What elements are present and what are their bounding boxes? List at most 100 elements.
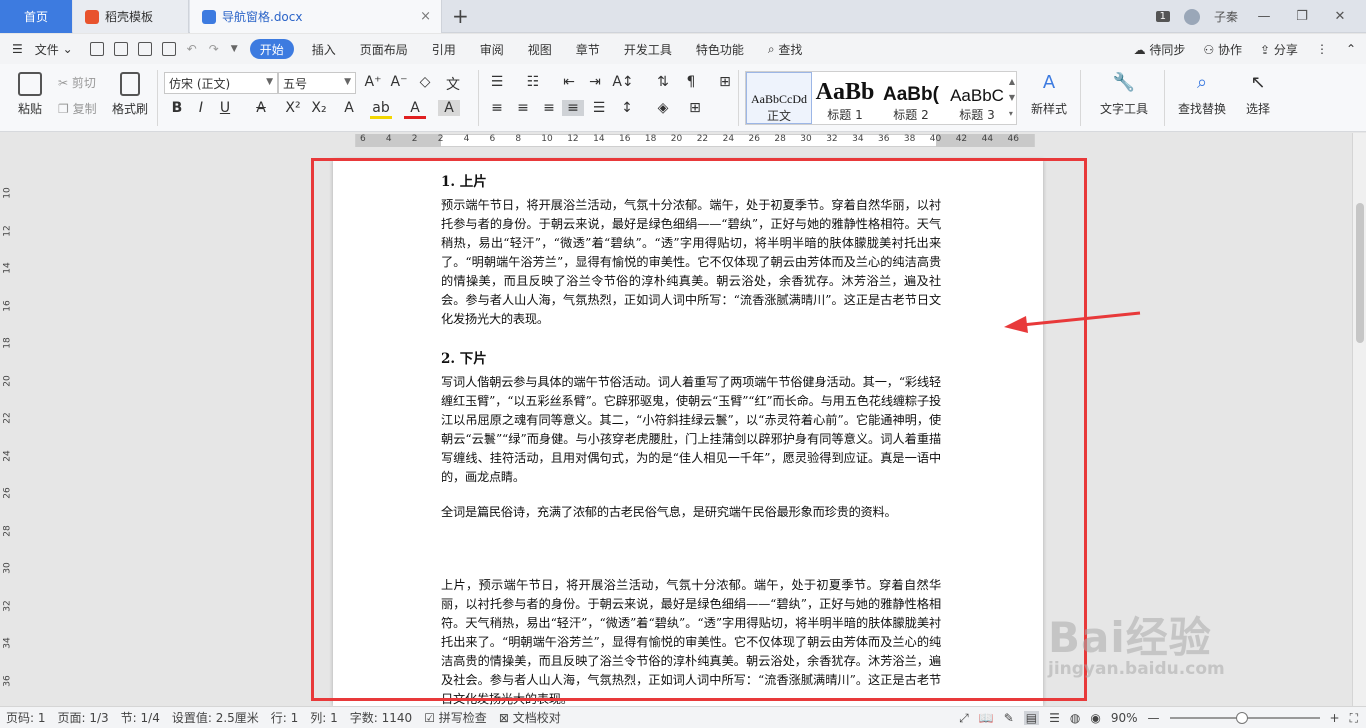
show-marks-icon[interactable]: ¶ <box>680 74 702 90</box>
status-page-number[interactable]: 页码: 1 <box>0 709 52 726</box>
strikethrough-icon[interactable]: A <box>250 100 272 116</box>
sync-button[interactable]: ☁ 待同步 <box>1134 41 1186 58</box>
tab-start[interactable]: 开始 <box>249 39 294 59</box>
tab-developer[interactable]: 开发工具 <box>612 34 684 64</box>
scrollbar-thumb[interactable] <box>1356 203 1364 343</box>
eye-protect-icon[interactable]: ◉ <box>1090 711 1100 725</box>
horizontal-ruler[interactable]: 6 4 2 2 4 6 8 10 12 14 16 18 20 22 24 26 28 30 32 34 36 38 40 4… <box>0 133 1366 149</box>
paste-button[interactable]: 粘贴 <box>10 72 50 117</box>
tab-page-layout[interactable]: 页面布局 <box>348 34 420 64</box>
preview-icon[interactable] <box>161 42 176 56</box>
outline-view-icon[interactable]: ☰ <box>1049 711 1060 725</box>
edit-mode-icon[interactable]: ✎ <box>1004 711 1014 725</box>
more-icon[interactable]: ⋮ <box>1316 42 1328 56</box>
find-replace-button[interactable]: ⌕ 查找替换 <box>1172 72 1232 117</box>
restore-icon[interactable]: ❐ <box>1290 9 1314 24</box>
zoom-out-icon[interactable]: — <box>1148 711 1160 725</box>
undo-icon[interactable]: ↶ <box>187 42 197 56</box>
tab-insert[interactable]: 插入 <box>300 34 348 64</box>
text-direction-icon[interactable]: A↕ <box>612 74 634 90</box>
bullet-list-icon[interactable]: ☰ <box>486 74 508 90</box>
vertical-ruler[interactable]: 10 12 14 16 18 20 22 24 26 28 30 32 34 36 <box>0 150 16 706</box>
fit-window-icon[interactable]: ⛶ <box>1350 711 1358 726</box>
share-button[interactable]: ⇪ 分享 <box>1260 41 1298 58</box>
phonetic-icon[interactable]: 文 <box>442 74 464 94</box>
underline-icon[interactable]: U <box>214 100 236 116</box>
status-section[interactable]: 节: 1/4 <box>115 709 166 726</box>
distributed-icon[interactable]: ☰ <box>588 100 610 116</box>
status-setting[interactable]: 设置值: 2.5厘米 <box>166 709 265 726</box>
gallery-scroll-icon[interactable]: ▲ ▼ ▾ <box>1009 74 1015 122</box>
align-right-icon[interactable]: ≡ <box>538 100 560 116</box>
justify-icon[interactable]: ≡ <box>562 100 584 116</box>
tab-home[interactable]: 首页 <box>0 0 72 33</box>
borders-icon[interactable]: ⊞ <box>684 100 706 116</box>
subscript-icon[interactable]: X₂ <box>308 100 330 116</box>
spell-check-button[interactable]: ☑ 拼写检查 <box>418 709 493 726</box>
style-heading-3[interactable]: AaBbC 标题 3 <box>944 72 1010 124</box>
output-icon[interactable] <box>113 42 128 56</box>
hamburger-icon[interactable]: ☰ <box>0 34 35 64</box>
new-tab-button[interactable]: + <box>452 4 469 28</box>
font-color-icon[interactable]: A <box>404 100 426 119</box>
tab-references[interactable]: 引用 <box>420 34 468 64</box>
shading-icon[interactable]: ◈ <box>652 100 674 116</box>
text-effect-icon[interactable]: A <box>338 100 360 116</box>
quick-access-dropdown-icon[interactable]: ▼ <box>231 44 238 54</box>
numbered-list-icon[interactable]: ☷ <box>522 74 544 90</box>
save-icon[interactable] <box>89 42 104 56</box>
format-painter-button[interactable]: 格式刷 <box>110 72 150 117</box>
font-size-select[interactable]: 五号 ▼ <box>278 72 356 94</box>
status-col[interactable]: 列: 1 <box>304 709 344 726</box>
tab-view[interactable]: 视图 <box>516 34 564 64</box>
document-body[interactable]: 1. 上片 预示端午节日，将开展浴兰活动，气氛十分浓郁。端午，处于初夏季节。穿着… <box>441 168 941 706</box>
paragraph[interactable]: 上片，预示端午节日，将开展浴兰活动，气氛十分浓郁。端午，处于初夏季节。穿着自然华… <box>441 576 941 706</box>
print-icon[interactable] <box>137 42 152 56</box>
clear-format-icon[interactable]: ◇ <box>414 74 436 90</box>
window-count-badge[interactable]: 1 <box>1155 11 1170 22</box>
style-heading-2[interactable]: AaBb( 标题 2 <box>878 72 944 124</box>
paragraph[interactable]: 全词是篇民俗诗，充满了浓郁的古老民俗气息，是研究端午民俗最形象而珍贵的资料。 <box>441 503 941 522</box>
paragraph[interactable]: 预示端午节日，将开展浴兰活动，气氛十分浓郁。端午，处于初夏季节。穿着自然华丽，以… <box>441 196 941 329</box>
status-page[interactable]: 页面: 1/3 <box>52 709 115 726</box>
zoom-slider-handle[interactable] <box>1235 712 1248 724</box>
status-word-count[interactable]: 字数: 1140 <box>344 709 418 726</box>
tab-review[interactable]: 审阅 <box>468 34 516 64</box>
italic-icon[interactable]: I <box>190 100 212 116</box>
document-page[interactable]: 1. 上片 预示端午节日，将开展浴兰活动，气氛十分浓郁。端午，处于初夏季节。穿着… <box>333 160 1043 706</box>
table-style-icon[interactable]: ⊞ <box>714 74 736 90</box>
tab-close-icon[interactable]: × <box>420 9 431 24</box>
line-spacing-icon[interactable]: ↕ <box>616 100 638 116</box>
collapse-ribbon-icon[interactable]: ⌃ <box>1346 42 1356 56</box>
heading-2[interactable]: 2. 下片 <box>441 347 941 367</box>
fullscreen-icon[interactable]: ⤢ <box>959 711 969 726</box>
bold-icon[interactable]: B <box>166 100 188 116</box>
tab-section[interactable]: 章节 <box>564 34 612 64</box>
new-style-button[interactable]: A 新样式 <box>1024 72 1074 117</box>
tab-document[interactable]: 导航窗格.docx × <box>190 0 442 33</box>
heading-1[interactable]: 1. 上片 <box>441 170 941 190</box>
grow-font-icon[interactable]: A⁺ <box>362 74 384 90</box>
style-normal[interactable]: AaBbCcDd 正文 <box>746 72 812 124</box>
style-heading-1[interactable]: AaBb 标题 1 <box>812 72 878 124</box>
file-menu[interactable]: 文件 ⌄ <box>35 34 85 64</box>
web-view-icon[interactable]: ◍ <box>1070 711 1080 725</box>
decrease-indent-icon[interactable]: ⇤ <box>558 74 580 90</box>
sort-icon[interactable]: ⇅ <box>652 74 674 90</box>
zoom-level[interactable]: 90% <box>1111 711 1138 725</box>
search-command[interactable]: ⌕ 查找 <box>756 34 815 64</box>
redo-icon[interactable]: ↷ <box>209 42 219 56</box>
close-window-icon[interactable]: ✕ <box>1328 9 1352 24</box>
vertical-scrollbar[interactable] <box>1352 133 1366 706</box>
tab-template[interactable]: 稻壳模板 <box>73 0 189 33</box>
avatar[interactable] <box>1183 8 1200 25</box>
shrink-font-icon[interactable]: A⁻ <box>388 74 410 90</box>
minimize-icon[interactable]: — <box>1252 9 1276 24</box>
zoom-slider[interactable] <box>1169 712 1320 724</box>
reading-mode-icon[interactable]: 📖 <box>979 711 994 725</box>
paragraph[interactable]: 写词人偕朝云参与具体的端午节俗活动。词人着重写了两项端午节俗健身活动。其一，“彩… <box>441 373 941 487</box>
collab-button[interactable]: ⚇ 协作 <box>1203 41 1242 58</box>
superscript-icon[interactable]: X² <box>282 100 304 116</box>
font-name-select[interactable]: 仿宋 (正文) ▼ <box>164 72 278 94</box>
cut-button[interactable]: ✂ 剪切 <box>58 74 96 91</box>
